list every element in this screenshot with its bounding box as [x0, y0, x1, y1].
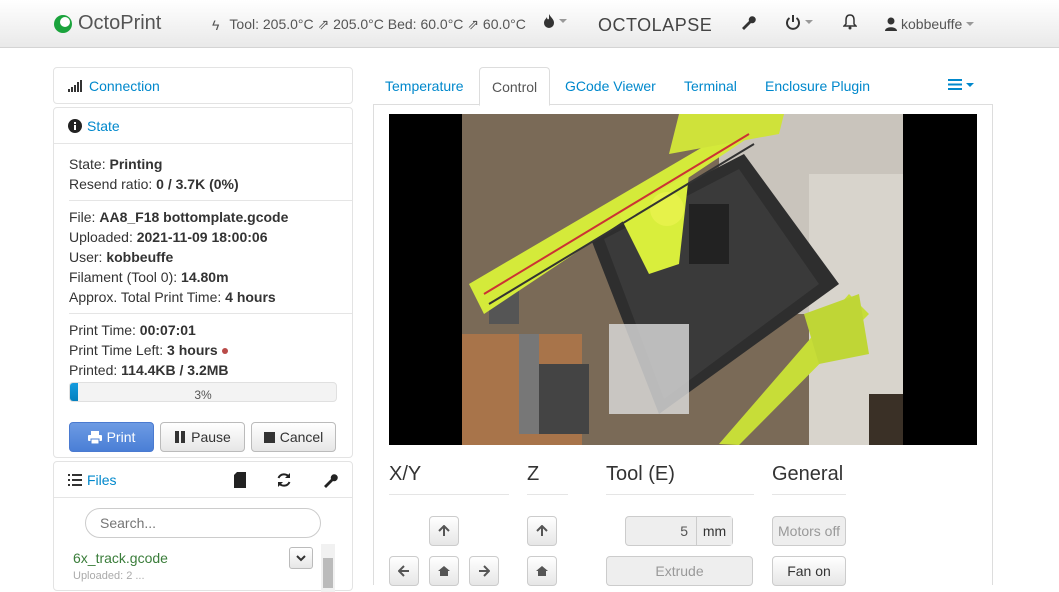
z-header: Z [527, 463, 568, 495]
connection-header[interactable]: Connection [54, 68, 352, 104]
printtime-line: Print Time: 00:07:01 [69, 322, 196, 338]
file-item-sub: Uploaded: 2 ... [73, 570, 145, 582]
tab-enclosure-plugin[interactable]: Enclosure Plugin [753, 67, 882, 105]
webcam-stream[interactable] [389, 114, 977, 445]
print-button[interactable]: Print [69, 422, 154, 452]
chevron-down-icon [966, 22, 975, 26]
connection-panel: Connection [53, 67, 353, 104]
files-search-input[interactable] [85, 508, 321, 538]
approx-line: Approx. Total Print Time: 4 hours [69, 289, 276, 305]
power-menu[interactable] [785, 14, 813, 30]
jog-x-plus-button[interactable] [469, 556, 499, 586]
resend-line: Resend ratio: 0 / 3.7K (0%) [69, 176, 239, 192]
user-name: kobbeuffe [901, 16, 963, 32]
brand-name: OctoPrint [78, 12, 162, 34]
signal-icon [68, 80, 82, 92]
printer-icon [87, 430, 102, 444]
extrude-amount-value: 5 [680, 523, 688, 539]
info-icon [68, 118, 82, 133]
brand[interactable]: OctoPrint [52, 12, 161, 35]
pause-button[interactable]: Pause [160, 422, 245, 452]
timeleft-line: Print Time Left: 3 hours [69, 340, 337, 360]
tab-control[interactable]: Control [479, 67, 551, 106]
home-xy-button[interactable] [429, 556, 459, 586]
bell-icon[interactable] [842, 14, 858, 33]
state-panel: State State: Printing Resend ratio: 0 / … [53, 107, 353, 458]
file-line: File: AA8_F18 bottomplate.gcode [69, 209, 289, 225]
bolt-icon: ϟ [212, 16, 220, 33]
files-scrollbar[interactable] [321, 544, 335, 592]
wrench-icon[interactable] [740, 14, 756, 33]
progress-label: 3% [194, 388, 212, 402]
print-controls: Print Pause Cancel [69, 422, 337, 452]
flame-menu[interactable] [543, 14, 567, 28]
arrow-left-icon [398, 565, 409, 577]
chevron-down-icon [559, 19, 567, 23]
home-icon [438, 566, 450, 576]
state-title: State [87, 117, 120, 134]
file-expand-button[interactable] [289, 547, 313, 569]
flame-icon [544, 14, 554, 28]
state-header[interactable]: State [54, 108, 352, 144]
navbar: OctoPrint ϟ Tool: 205.0°C ⇗ 205.0°C Bed:… [0, 0, 1059, 48]
tab-gcode-viewer[interactable]: GCode Viewer [553, 67, 668, 105]
arrow-right-icon [479, 565, 490, 577]
user-menu[interactable]: kobbeuffe [885, 16, 975, 32]
cancel-button[interactable]: Cancel [251, 422, 336, 452]
extrude-button[interactable]: Extrude [606, 556, 753, 586]
extrude-unit: mm [696, 517, 732, 545]
refresh-icon[interactable] [276, 472, 292, 488]
print-progress: 3% [69, 382, 337, 402]
pause-icon [175, 431, 186, 443]
temperature-status[interactable]: ϟ Tool: 205.0°C ⇗ 205.0°C Bed: 60.0°C ⇗ … [212, 16, 526, 33]
chevron-down-icon [966, 82, 974, 87]
general-header: General [772, 463, 846, 495]
state-line: State: Printing [69, 156, 163, 172]
temperature-text: Tool: 205.0°C ⇗ 205.0°C Bed: 60.0°C ⇗ 60… [229, 16, 526, 32]
jog-y-plus-button[interactable] [429, 516, 459, 546]
user-line: User: kobbeuffe [69, 249, 174, 265]
main-tabs: Temperature Control GCode Viewer Termina… [373, 67, 993, 106]
user-icon [885, 17, 897, 31]
power-icon [786, 15, 800, 30]
tabs-overflow-menu[interactable] [948, 79, 974, 90]
fan-on-button[interactable]: Fan on [772, 556, 846, 586]
filament-line: Filament (Tool 0): 14.80m [69, 269, 229, 285]
arrow-up-icon [438, 525, 450, 536]
hamburger-icon [948, 79, 962, 90]
home-z-button[interactable] [527, 556, 557, 586]
chevron-down-icon [296, 554, 306, 561]
files-panel: Files 6x_track.gcode Uploaded: 2 ... [53, 461, 353, 592]
webcam-image [389, 114, 977, 445]
tab-temperature[interactable]: Temperature [373, 67, 476, 105]
xy-header: X/Y [389, 463, 509, 495]
octolapse-link[interactable]: OCTOLAPSE [598, 15, 712, 36]
jog-x-minus-button[interactable] [389, 556, 419, 586]
wrench-icon[interactable] [322, 472, 338, 488]
stop-icon [263, 431, 275, 443]
home-icon [536, 566, 548, 576]
sd-card-icon[interactable] [234, 472, 246, 488]
connection-title: Connection [89, 78, 160, 94]
files-toolbar [234, 472, 338, 488]
state-body: State: Printing Resend ratio: 0 / 3.7K (… [54, 144, 352, 452]
estimate-dot-icon[interactable] [221, 348, 228, 355]
motors-off-button[interactable]: Motors off [772, 516, 846, 546]
extrude-amount-input[interactable]: 5 mm [625, 516, 733, 546]
files-title: Files [87, 471, 117, 488]
files-header[interactable]: Files [54, 462, 352, 498]
printed-line: Printed: 114.4KB / 3.2MB [69, 362, 229, 378]
chevron-down-icon [805, 20, 813, 24]
tab-terminal[interactable]: Terminal [672, 67, 749, 105]
uploaded-line: Uploaded: 2021-11-09 18:00:06 [69, 229, 268, 245]
file-item-name[interactable]: 6x_track.gcode [73, 550, 168, 566]
octoprint-logo-icon [54, 14, 72, 33]
arrow-up-icon [536, 525, 548, 536]
list-icon [68, 473, 82, 486]
jog-z-plus-button[interactable] [527, 516, 557, 546]
tool-header: Tool (E) [606, 463, 754, 495]
